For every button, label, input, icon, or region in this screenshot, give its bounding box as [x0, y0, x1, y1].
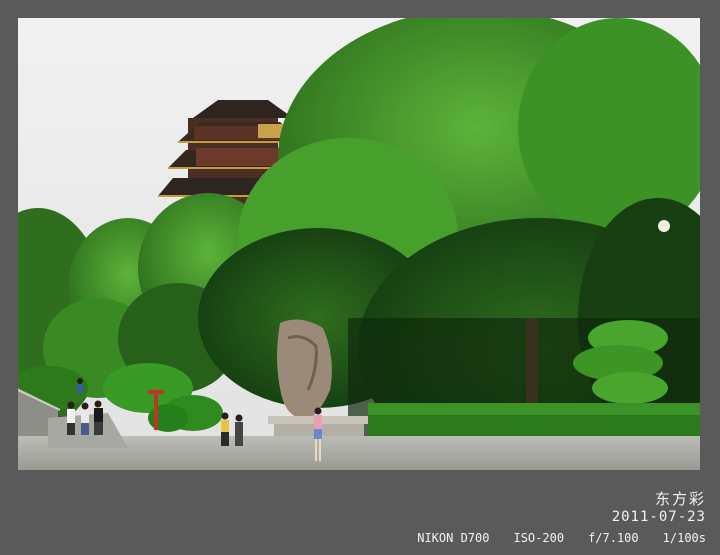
iso-value: ISO-200	[513, 531, 565, 545]
photo-date: 2011-07-23	[611, 509, 706, 525]
photo-frame: 东方彩 2011-07-23 NIKON D700 ISO-200 f/7.10…	[0, 0, 720, 555]
photo-title: 东方彩	[654, 490, 706, 508]
camera-model: NIKON D700	[417, 531, 490, 545]
landscape-scene	[18, 18, 700, 470]
wall-lamp	[658, 220, 670, 232]
aperture-value: f/7.100	[588, 531, 639, 545]
shutter-speed: 1/100s	[662, 531, 706, 545]
photograph	[18, 18, 700, 470]
exif-info: NIKON D700 ISO-200 f/7.100 1/100s	[417, 531, 706, 545]
